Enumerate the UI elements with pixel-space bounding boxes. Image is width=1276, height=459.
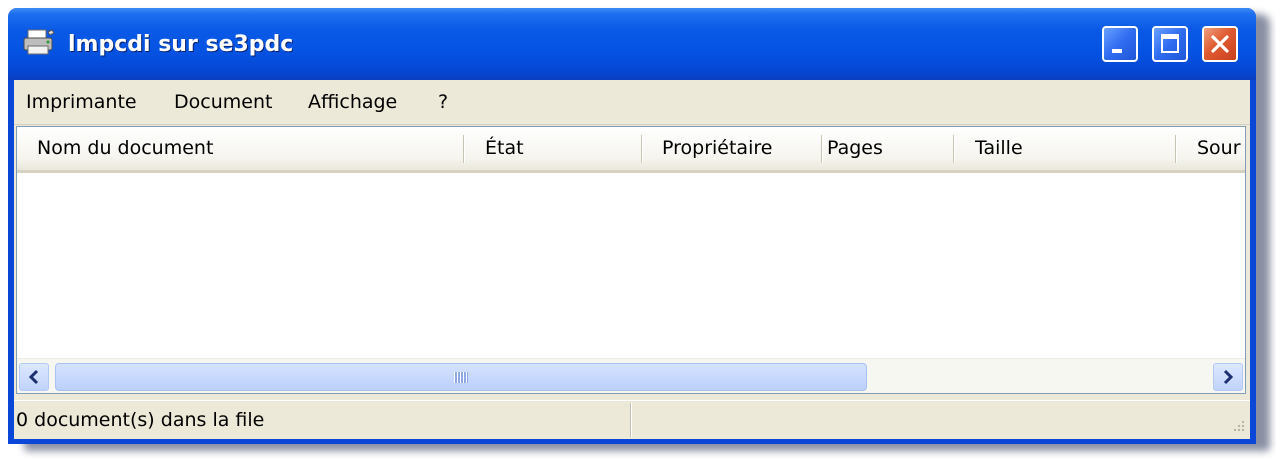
menu-document[interactable]: Document (174, 88, 272, 116)
column-header-owner[interactable]: Propriétaire (662, 127, 812, 170)
scroll-left-button[interactable] (19, 363, 49, 391)
close-icon (1211, 35, 1229, 53)
scroll-right-button[interactable] (1213, 363, 1243, 391)
column-divider[interactable] (1175, 135, 1177, 163)
status-bar: 0 document(s) dans la file (14, 400, 1250, 439)
minimize-button[interactable] (1102, 26, 1138, 62)
column-divider[interactable] (641, 135, 643, 163)
column-divider[interactable] (463, 135, 465, 163)
list-header: Nom du document État Propriétaire Pages … (17, 127, 1245, 173)
status-queue-count: 0 document(s) dans la file (16, 409, 265, 431)
column-divider[interactable] (953, 135, 955, 163)
close-button[interactable] (1202, 26, 1238, 62)
maximize-icon (1161, 34, 1179, 53)
print-queue-window: lmpcdi sur se3pdc Imprimante Document Af… (8, 8, 1256, 444)
menu-bar: Imprimante Document Affichage ? (14, 80, 1250, 125)
column-divider[interactable] (821, 135, 823, 163)
column-header-size[interactable]: Taille (975, 127, 1155, 170)
column-header-pages[interactable]: Pages (827, 127, 947, 170)
scroll-thumb-grip (454, 372, 468, 383)
scroll-thumb[interactable] (55, 363, 867, 391)
column-header-source[interactable]: Sour (1197, 127, 1245, 170)
menu-affichage[interactable]: Affichage (308, 88, 397, 116)
column-header-state[interactable]: État (485, 127, 635, 170)
status-divider (630, 403, 632, 437)
menu-imprimante[interactable]: Imprimante (26, 88, 137, 116)
window-client-area: Imprimante Document Affichage ? Nom du d… (14, 80, 1250, 439)
printer-icon (22, 28, 58, 58)
menu-help[interactable]: ? (438, 88, 448, 116)
horizontal-scrollbar[interactable] (17, 358, 1245, 393)
resize-grip-icon[interactable] (1228, 417, 1246, 435)
title-bar[interactable]: lmpcdi sur se3pdc (8, 8, 1256, 80)
minimize-icon (1112, 49, 1122, 53)
document-list[interactable]: Nom du document État Propriétaire Pages … (16, 126, 1246, 394)
column-header-name[interactable]: Nom du document (37, 127, 457, 170)
maximize-button[interactable] (1152, 26, 1188, 62)
window-title: lmpcdi sur se3pdc (68, 32, 294, 57)
chevron-left-icon (28, 369, 39, 385)
chevron-right-icon (1223, 369, 1234, 385)
